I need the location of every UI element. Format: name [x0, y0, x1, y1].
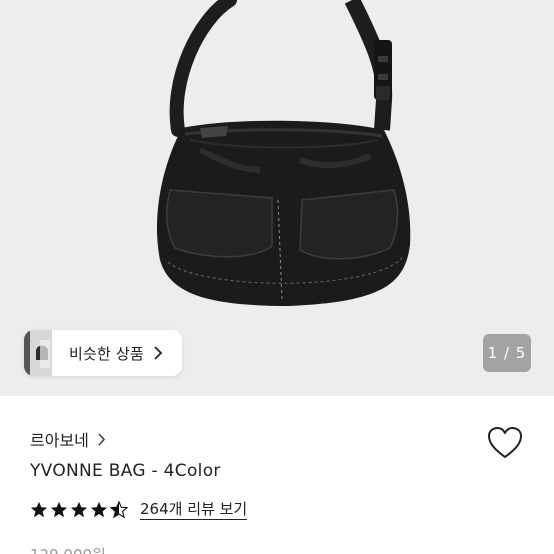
original-price: 129,000원 — [30, 544, 106, 554]
wishlist-button[interactable] — [486, 425, 524, 461]
chevron-right-icon — [98, 432, 105, 446]
review-link[interactable]: 264개 리뷰 보기 — [140, 500, 248, 520]
star-icon — [30, 501, 48, 518]
star-half-icon — [110, 501, 128, 519]
product-name: YVONNE BAG - 4Color — [30, 461, 221, 481]
product-image-gallery[interactable]: 비슷한 상품 1 / 5 — [0, 0, 554, 396]
brand-link[interactable]: 르아보네 — [30, 427, 106, 451]
rating-row: 264개 리뷰 보기 — [30, 500, 248, 520]
star-icon — [90, 501, 108, 518]
image-page-indicator: 1 / 5 — [483, 334, 531, 372]
similar-products-label: 비슷한 상품 — [69, 344, 144, 363]
rating-stars — [30, 501, 130, 519]
similar-products-thumbnail — [24, 330, 52, 376]
chevron-right-icon — [154, 346, 163, 360]
similar-products-button[interactable]: 비슷한 상품 — [24, 330, 182, 376]
star-icon — [70, 501, 88, 518]
heart-outline-icon — [488, 427, 522, 458]
star-icon — [50, 501, 68, 518]
brand-name: 르아보네 — [30, 431, 89, 450]
